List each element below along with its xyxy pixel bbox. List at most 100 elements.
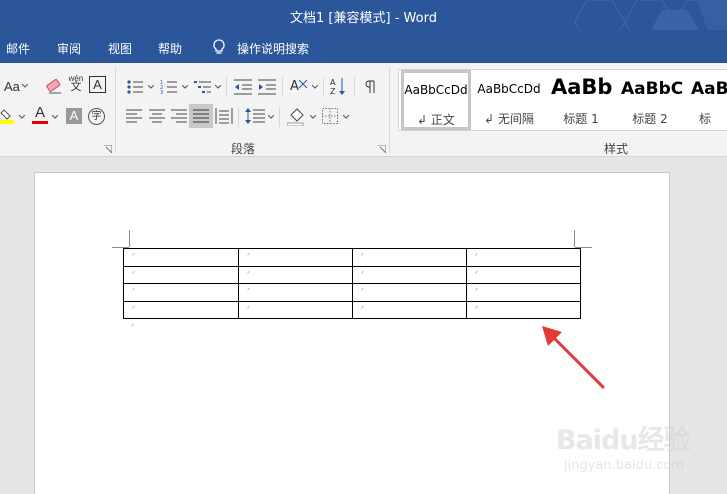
phonetic-guide-char: 文 [70,81,82,93]
borders-icon[interactable] [322,108,338,124]
chevron-down-icon [52,115,58,119]
clear-formatting-icon[interactable] [44,76,64,96]
baidu-watermark: Baidu经验 jingyan.baidu.com [556,418,696,478]
table-cell[interactable]: ᐟ [352,300,467,319]
chevron-down-icon [182,85,188,89]
tell-me-search[interactable]: 操作说明搜索 [237,40,309,57]
chevron-down-icon [343,115,349,119]
ribbon-separator [226,77,227,97]
style-heading-1-sample: AaBb [551,75,613,99]
multilevel-list-icon[interactable] [193,79,213,95]
character-shading-button[interactable]: A [66,108,82,124]
highlighter-icon[interactable] [0,108,16,124]
table-cell[interactable]: ᐟ [352,283,467,302]
style-title-sample: AaB [691,79,727,99]
chevron-down-icon [22,84,28,88]
chevron-down-icon [310,115,316,119]
sort-icon[interactable]: A Z [330,76,348,96]
style-normal-sample: AaBbCcDd [404,83,468,97]
align-center-icon[interactable] [149,109,165,123]
change-case-button[interactable]: Aa [4,79,20,94]
chinese-layout-icon[interactable]: A [289,77,311,97]
ribbon-separator [354,77,355,97]
chevron-down-icon [148,85,154,89]
watermark-url: jingyan.baidu.com [564,458,684,473]
tab-mailings[interactable]: 邮件 [6,40,30,57]
numbering-icon[interactable]: 123 [160,79,180,95]
table-cell[interactable]: ᐟ [352,248,467,267]
ribbon-tabs: 邮件 审阅 视图 帮助 操作说明搜索 [0,30,727,63]
style-heading-1[interactable]: AaBb 标题 1 [547,70,615,130]
chevron-down-icon [312,85,318,89]
justify-icon [193,109,209,123]
document-table[interactable]: ᐟ ᐟ ᐟ ᐟ ᐟ ᐟ ᐟ ᐟ ᐟ ᐟ ᐟ ᐟ ᐟ ᐟ ᐟ ᐟ [123,248,581,319]
table-cell[interactable]: ᐟ [466,283,581,302]
table-row: ᐟ ᐟ ᐟ ᐟ [123,283,581,302]
style-normal-name: ↲ 正文 [417,113,455,127]
style-no-spacing[interactable]: AaBbCcDd ↲ 无间隔 [473,70,545,130]
style-no-spacing-name: ↲ 无间隔 [484,112,534,126]
paragraph-mark: ᐟ [131,324,134,331]
table-cell[interactable]: ᐟ [123,283,239,302]
table-cell[interactable]: ᐟ [123,265,239,284]
ribbon: Aa wén 文 A A A 字 123 A A Z 段落 AaBbCcDd ↲… [0,63,727,157]
table-cell[interactable]: ᐟ [466,248,581,267]
title-bar: 文档1 [兼容模式] - Word [0,0,727,50]
distributed-icon[interactable] [215,108,233,124]
bullets-icon[interactable] [126,79,146,95]
style-heading-2[interactable]: AaBbC 标题 2 [617,70,683,130]
chevron-down-icon [268,115,274,119]
style-heading-2-sample: AaBbC [621,79,683,99]
crop-mark-top-right [574,230,575,247]
table-cell[interactable]: ᐟ [238,300,353,319]
ribbon-separator [389,67,390,153]
style-title[interactable]: AaB 标 [687,70,727,130]
table-cell[interactable]: ᐟ [466,300,581,319]
watermark-brand: Baidu经验 [556,425,691,456]
ribbon-separator [115,67,116,153]
table-cell[interactable]: ᐟ [466,265,581,284]
table-cell[interactable]: ᐟ [238,248,353,267]
shading-icon[interactable] [287,106,307,126]
annotation-arrow-icon [542,326,606,390]
table-cell[interactable]: ᐟ [238,265,353,284]
character-border-button[interactable]: A [89,76,106,93]
show-formatting-marks-icon[interactable] [363,78,379,96]
line-spacing-icon[interactable] [245,108,265,124]
table-cell[interactable]: ᐟ [123,300,239,319]
phonetic-guide-button[interactable]: wén 文 [68,74,84,93]
style-title-label: 标 [699,112,712,126]
font-dialog-launcher-icon[interactable] [104,145,112,153]
table-cell[interactable]: ᐟ [123,248,239,267]
ribbon-separator [238,107,239,127]
style-heading-1-label: 标题 1 [563,112,599,126]
svg-text:Z: Z [330,87,336,96]
table-cell[interactable]: ᐟ [352,265,467,284]
tab-view[interactable]: 视图 [108,40,132,57]
svg-text:A: A [290,79,299,94]
justify-button[interactable] [189,104,213,128]
style-heading-2-label: 标题 2 [632,112,668,126]
tab-review[interactable]: 审阅 [57,40,81,57]
table-row: ᐟ ᐟ ᐟ ᐟ [123,265,581,284]
font-color-button[interactable]: A [32,105,48,124]
table-cell[interactable]: ᐟ [238,283,353,302]
lightbulb-icon [213,39,225,54]
decrease-indent-icon[interactable] [233,78,253,96]
enclose-characters-button[interactable]: 字 [88,108,105,125]
style-no-spacing-sample: AaBbCcDd [477,82,541,96]
style-normal[interactable]: AaBbCcDd ↲ 正文 [401,70,471,130]
font-color-letter: A [34,104,45,121]
style-normal-label: 正文 [430,113,455,127]
ribbon-separator [282,77,283,97]
svg-text:A: A [330,78,336,87]
align-right-icon[interactable] [171,109,187,123]
align-left-icon[interactable] [126,109,142,123]
ribbon-separator [323,77,324,97]
svg-text:3: 3 [160,90,163,95]
style-no-spacing-label: 无间隔 [497,112,534,126]
increase-indent-icon[interactable] [257,78,277,96]
tab-help[interactable]: 帮助 [158,40,182,57]
styles-gallery: AaBbCcDd ↲ 正文 AaBbCcDd ↲ 无间隔 AaBb 标题 1 A… [398,69,727,131]
paragraph-dialog-launcher-icon[interactable] [378,145,386,153]
